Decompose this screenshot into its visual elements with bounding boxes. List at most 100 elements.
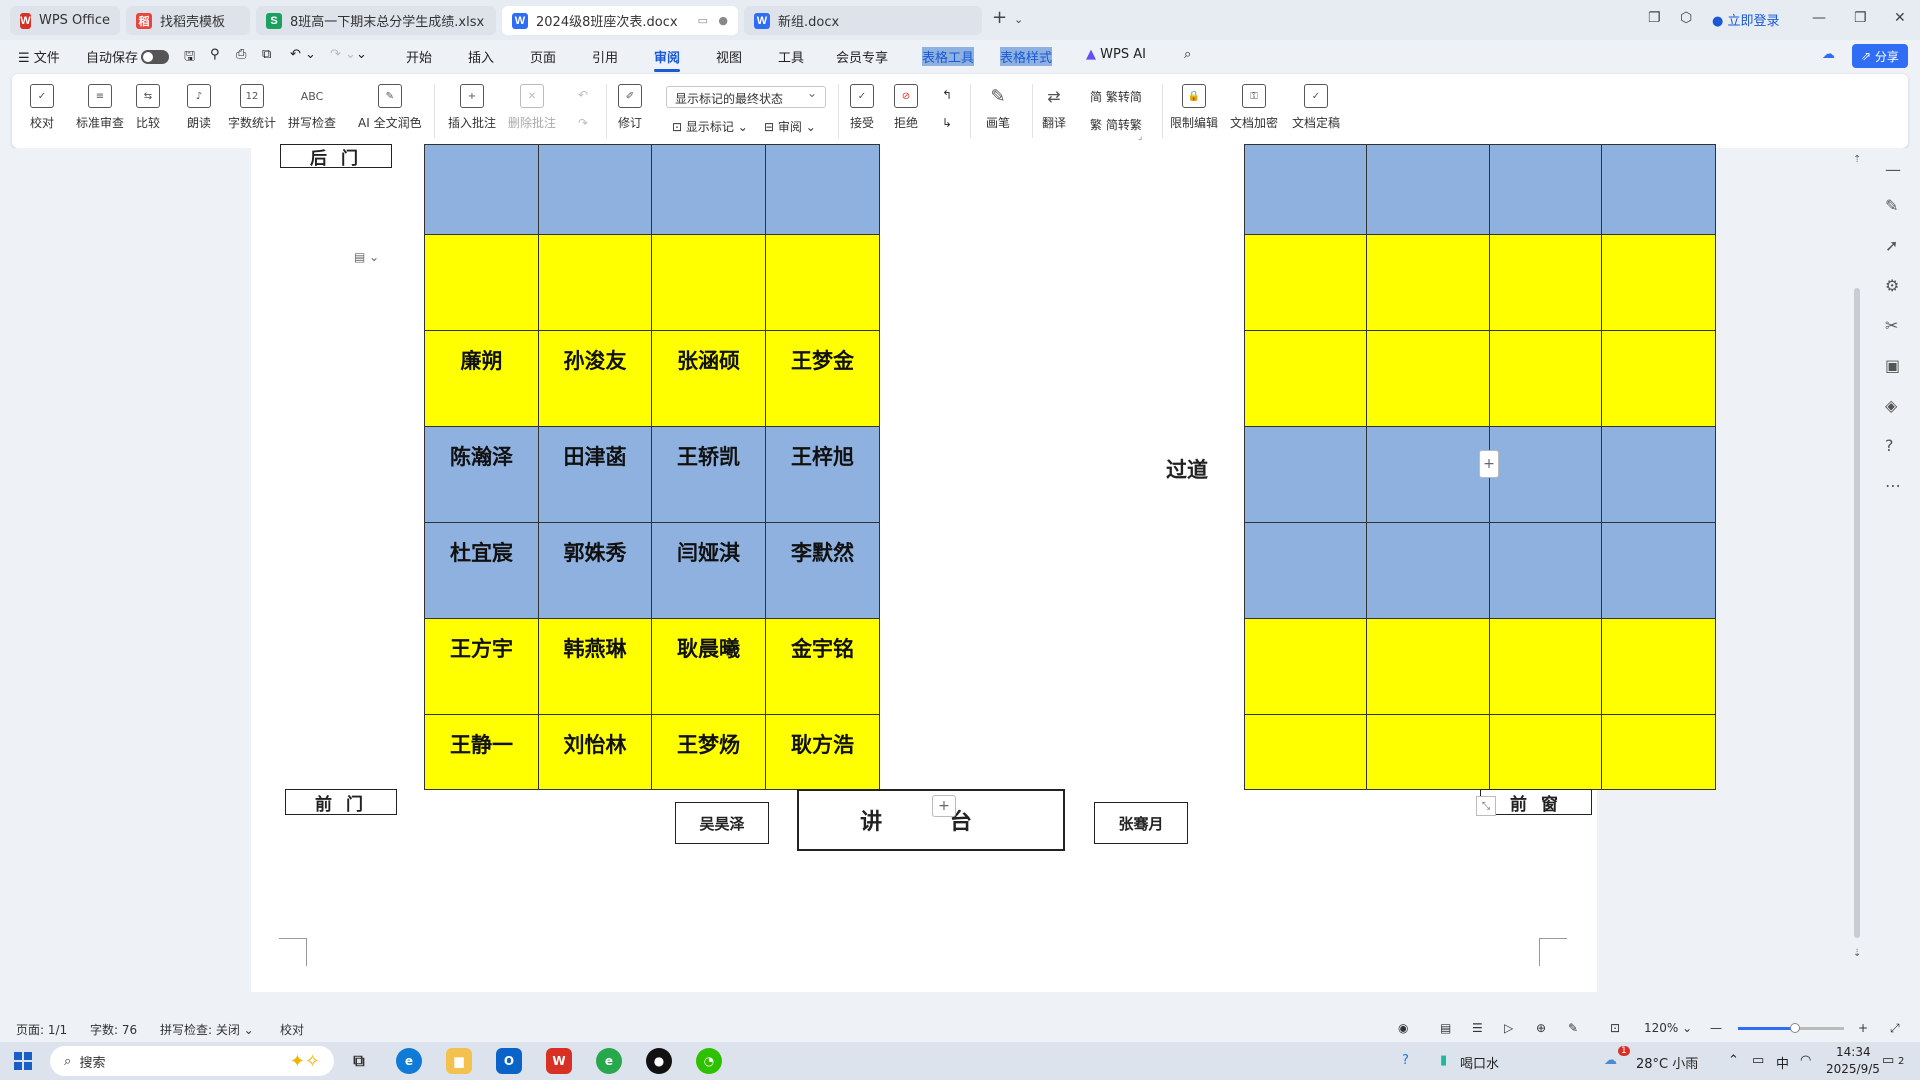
pen-mode-icon[interactable]: ✎ [1568,1021,1578,1035]
menu-tools[interactable]: 工具 [778,47,804,66]
seat-cell-empty[interactable] [1244,330,1367,427]
seat-cell[interactable] [651,144,766,235]
print-icon[interactable]: ⎙ [236,47,246,62]
zoom-slider[interactable] [1738,1023,1844,1033]
tab-xlsx[interactable]: S 8班高一下期末总分学生成绩.xlsx [256,6,496,35]
spell-check-button[interactable]: ABC 拼写检查 [288,84,336,131]
autosave-toggle[interactable] [141,50,169,64]
zoom-out-button[interactable]: — [1710,1021,1722,1035]
minimize-button[interactable]: — [1812,10,1826,26]
scroll-up-icon[interactable]: ⇡ [1853,154,1861,165]
wifi-icon[interactable]: ◠ [1800,1053,1811,1068]
seat-cell[interactable]: 韩燕琳 [538,618,652,715]
help-tray-icon[interactable]: ? [1402,1053,1409,1068]
restore-button[interactable]: ❐ [1854,10,1867,26]
show-markup-button[interactable]: ⊡ 显示标记 ⌄ [672,118,748,135]
scrollbar-thumb[interactable] [1854,288,1860,938]
seat-cell[interactable]: 金宇铭 [765,618,880,715]
taskbar-search[interactable]: ⌕ 搜索 ✦✧ [50,1046,334,1076]
seat-cell-empty[interactable] [1244,618,1367,715]
more-chevron-icon[interactable]: ⌄ [356,47,367,62]
seat-cell-empty[interactable] [1601,426,1716,523]
file-menu[interactable]: ☰ 文件 [18,47,60,66]
seat-cell-empty[interactable] [1244,522,1367,619]
seat-cell-empty[interactable] [1244,234,1367,331]
seat-cell-empty[interactable] [1244,426,1367,523]
translate-button[interactable]: ⇄ 翻译 [1042,84,1066,131]
add-column-button[interactable]: + [1479,450,1499,478]
delete-comment-button[interactable]: ✕ 删除批注 [508,84,556,131]
seat-cell-empty[interactable] [1601,234,1716,331]
accept-button[interactable]: ✓ 接受 [850,84,874,131]
settings-sliders-icon[interactable]: ⚙ [1885,276,1899,295]
seat-cell[interactable]: 孙浚友 [538,330,652,427]
table-options-icon[interactable]: ▤ ⌄ [354,250,379,264]
shirt-icon[interactable]: ◈ [1885,396,1897,415]
tab-list-chevron-icon[interactable]: ⌄ [1014,13,1023,26]
seat-cell-empty[interactable] [1366,618,1490,715]
seat-cell-empty[interactable] [1244,144,1367,235]
menu-member[interactable]: 会员专享 [836,47,888,66]
seat-cell[interactable]: 张涵硕 [651,330,766,427]
prev-comment-icon[interactable]: ↶ [578,88,588,102]
seat-cell[interactable]: 耿晨曦 [651,618,766,715]
cube-icon[interactable]: ⬡ [1680,10,1692,26]
next-comment-icon[interactable]: ↷ [578,116,588,130]
wps-taskbar-icon[interactable]: W [546,1048,572,1074]
prev-change-icon[interactable]: ↰ [942,88,952,102]
share-button[interactable]: ⇗ 分享 [1852,44,1908,68]
seat-cell-empty[interactable] [1601,714,1716,790]
save-icon[interactable]: 🖫 [184,47,195,69]
zoom-in-button[interactable]: + [1858,1021,1868,1035]
menu-table-style[interactable]: 表格样式 [1000,47,1053,66]
reject-button[interactable]: ⊘ 拒绝 [894,84,918,131]
menu-references[interactable]: 引用 [592,47,618,66]
read-aloud-button[interactable]: ♪ 朗读 [187,84,211,131]
seat-cell[interactable]: 王梦炀 [651,714,766,790]
seat-cell-empty[interactable] [1601,522,1716,619]
track-changes-button[interactable]: ✐ 修订 [618,84,642,131]
qq-icon[interactable]: ● [646,1048,672,1074]
tab-wps-office[interactable]: W WPS Office [10,6,120,35]
next-change-icon[interactable]: ↳ [942,116,952,130]
seat-cell[interactable]: 王梦金 [765,330,880,427]
seat-cell[interactable] [538,234,652,331]
cloud-upload-icon[interactable]: ☁ [1822,47,1835,62]
markup-state-select[interactable]: 显示标记的最终状态 [666,86,826,108]
weather-icon[interactable]: ☁ [1604,1053,1617,1068]
menu-view[interactable]: 视图 [716,47,742,66]
login-link[interactable]: ● 立即登录 [1712,10,1780,29]
seat-cell[interactable] [765,144,880,235]
word-count-button[interactable]: 12 字数统计 [228,84,276,131]
seat-cell[interactable] [765,234,880,331]
task-view-icon[interactable]: ⧉ [346,1048,372,1074]
seat-cell-empty[interactable] [1489,714,1602,790]
notification-icon[interactable]: ▭ [1882,1053,1894,1068]
ime-indicator[interactable]: 中 [1776,1053,1789,1072]
window-switch-icon[interactable]: ❐ [1648,10,1661,26]
monitor-icon[interactable]: ▭ [698,14,708,27]
file-explorer-icon[interactable]: ▆ [446,1048,472,1074]
menu-home[interactable]: 开始 [406,47,432,66]
seat-cell-empty[interactable] [1366,522,1490,619]
search-icon[interactable]: ⌕ [1184,47,1191,62]
select-cursor-icon[interactable]: ➚ [1885,236,1898,255]
word-count-indicator[interactable]: 字数: 76 [90,1021,137,1038]
undo-icon[interactable]: ↶ ⌄ [290,47,316,62]
seat-cell[interactable]: 王轿凯 [651,426,766,523]
table-resize-icon[interactable]: ⤡ [1476,796,1496,816]
ai-polish-button[interactable]: ✎ AI 全文润色 [358,84,422,131]
windows-start-icon[interactable] [14,1052,32,1070]
seat-cell-empty[interactable] [1601,330,1716,427]
simp-to-trad-button[interactable]: 繁 简转繁 [1090,116,1142,133]
eye-icon[interactable]: ◉ [1398,1021,1408,1035]
seat-cell[interactable]: 杜宜宸 [424,522,539,619]
seat-cell[interactable] [424,144,539,235]
pen-button[interactable]: ✎ 画笔 [986,84,1010,131]
seat-cell-empty[interactable] [1489,330,1602,427]
seat-cell[interactable]: 闫娅淇 [651,522,766,619]
page-view-icon[interactable]: ▤ [1440,1021,1451,1035]
seat-cell[interactable]: 廉朔 [424,330,539,427]
seat-cell[interactable]: 王梓旭 [765,426,880,523]
format-painter-icon[interactable]: ⚲ [210,47,220,62]
